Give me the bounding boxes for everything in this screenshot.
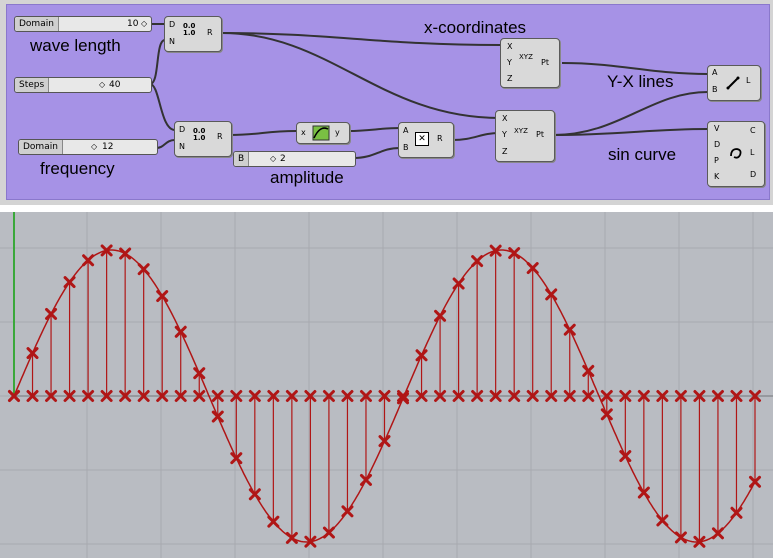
slider-grip-icon[interactable]: ◇	[270, 152, 276, 166]
slider-label: Domain	[15, 17, 59, 31]
slider-grip-icon[interactable]: ◇	[99, 78, 105, 92]
wire	[149, 39, 166, 85]
slider-grip-icon[interactable]: ◇	[141, 17, 147, 31]
slider-value: 40	[109, 80, 121, 90]
port-c[interactable]: C	[750, 126, 756, 135]
port-x[interactable]: X	[507, 42, 512, 51]
port-y[interactable]: Y	[507, 58, 512, 67]
sine-component[interactable]: x y	[296, 122, 350, 144]
multiply-icon: ✕	[415, 132, 429, 146]
port-n[interactable]: N	[179, 142, 185, 151]
wire	[221, 32, 501, 119]
port-r[interactable]: R	[207, 28, 213, 37]
port-x[interactable]: x	[301, 128, 306, 137]
interpolate-curve-component[interactable]: V D P K C L D	[707, 121, 765, 187]
domain-slider-2[interactable]: Domain ◇ 12	[18, 139, 158, 155]
domain-slider-1[interactable]: Domain 10 ◇	[14, 16, 152, 32]
range-component-1[interactable]: D N 0.0 1.0 R	[164, 16, 222, 52]
rhino-viewport[interactable]	[0, 212, 773, 558]
port-p[interactable]: P	[714, 156, 719, 165]
separator	[0, 205, 773, 212]
port-a[interactable]: A	[403, 126, 408, 135]
label-x-coordinates: x-coordinates	[424, 18, 527, 37]
curve-icon	[730, 148, 742, 159]
range-component-2[interactable]: D N 0.0 1.0 R	[174, 121, 232, 157]
port-l[interactable]: L	[746, 76, 750, 85]
port-k[interactable]: K	[714, 172, 719, 181]
wire	[451, 132, 501, 141]
port-d[interactable]: D	[169, 20, 175, 29]
port-r[interactable]: R	[217, 132, 223, 141]
slider-label: B	[234, 152, 250, 166]
port-d[interactable]: D	[179, 125, 185, 134]
port-z[interactable]: Z	[507, 74, 512, 83]
port-d[interactable]: D	[714, 140, 720, 149]
port-a[interactable]: A	[712, 68, 717, 77]
b-slider[interactable]: B ◇ 2	[233, 151, 356, 167]
wire	[552, 128, 709, 136]
port-d-out[interactable]: D	[750, 170, 756, 179]
slider-value: 10	[127, 19, 139, 29]
slider-grip-icon[interactable]: ◇	[91, 140, 97, 154]
multiply-component[interactable]: A B ✕ R	[398, 122, 454, 158]
line-component[interactable]: A B L	[707, 65, 761, 101]
slider-value: 12	[102, 142, 114, 152]
construct-point-1[interactable]: X Y Z XYZ Pt	[500, 38, 560, 88]
range-icon: 0.0 1.0	[183, 22, 196, 37]
slider-value: 2	[280, 154, 286, 164]
label-yx-lines: Y-X lines	[607, 72, 674, 91]
port-x[interactable]: X	[502, 114, 507, 123]
port-z[interactable]: Z	[502, 147, 507, 156]
port-y[interactable]: Y	[502, 130, 507, 139]
label-sin-curve: sin curve	[608, 145, 677, 164]
slider-label: Domain	[19, 140, 63, 154]
port-y[interactable]: y	[335, 128, 340, 137]
port-v[interactable]: V	[714, 124, 719, 133]
wire	[353, 147, 401, 159]
label-frequency: frequency	[40, 159, 115, 178]
port-b[interactable]: B	[712, 85, 718, 94]
slider-label: Steps	[15, 78, 50, 92]
port-n[interactable]: N	[169, 37, 175, 46]
label-wave-length: wave length	[30, 36, 121, 55]
port-r[interactable]: R	[437, 134, 443, 143]
wire	[155, 139, 176, 149]
viewport-plot	[0, 212, 773, 558]
wire	[149, 83, 176, 131]
wire	[347, 127, 401, 132]
port-b[interactable]: B	[403, 143, 409, 152]
port-pt[interactable]: Pt	[541, 58, 549, 67]
steps-slider[interactable]: Steps ◇ 40	[14, 77, 152, 93]
label-amplitude: amplitude	[270, 168, 344, 187]
port-l[interactable]: L	[750, 148, 754, 157]
construct-point-2[interactable]: X Y Z XYZ Pt	[495, 110, 555, 162]
range-icon: 0.0 1.0	[193, 127, 206, 142]
sine-icon	[312, 125, 330, 141]
line-icon	[726, 76, 740, 90]
xyz-point-icon: XYZ	[514, 127, 528, 135]
grasshopper-canvas[interactable]: Domain 10 ◇ Steps ◇ 40 Domain ◇ 12 B ◇ 2…	[0, 0, 773, 205]
port-pt[interactable]: Pt	[536, 130, 544, 139]
wire	[229, 130, 297, 136]
xyz-point-icon: XYZ	[519, 53, 533, 61]
